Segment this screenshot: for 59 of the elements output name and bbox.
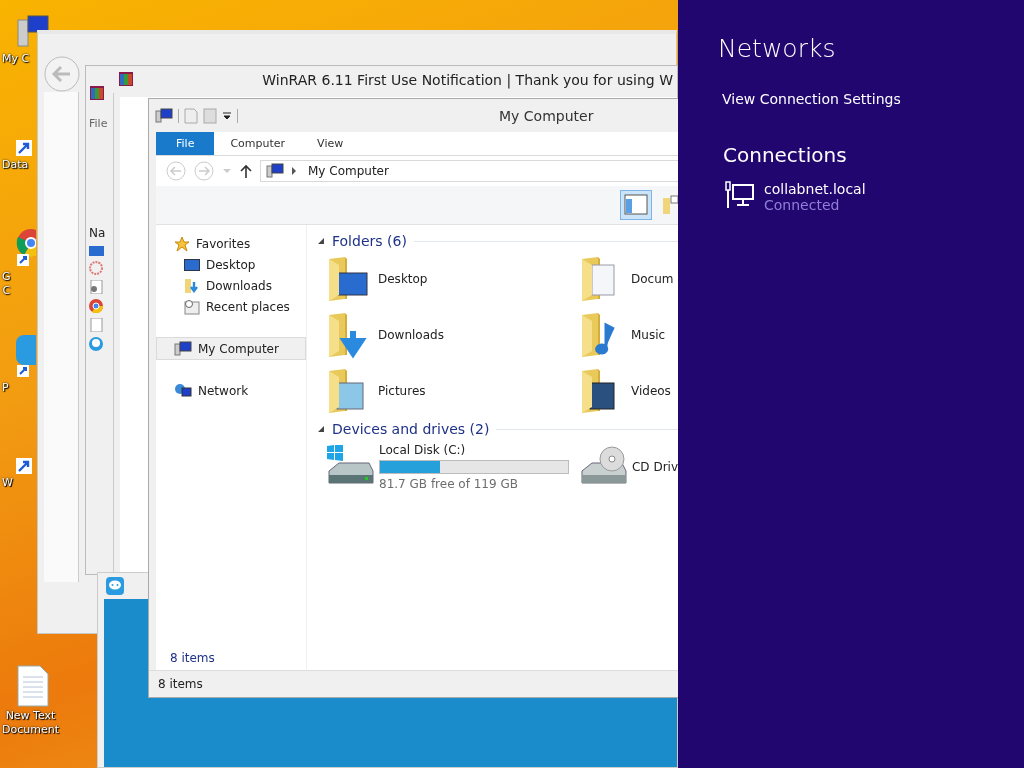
computer-icon: [266, 163, 284, 179]
status-text: 8 items: [158, 677, 203, 691]
shortcut-icon[interactable]: [16, 458, 32, 474]
collapse-icon[interactable]: [317, 425, 325, 433]
item-count: 8 items: [170, 651, 215, 665]
ribbon-tab[interactable]: File: [156, 132, 215, 155]
nav-item[interactable]: Network: [156, 380, 306, 401]
address-text: My Computer: [308, 164, 389, 178]
text-document-icon[interactable]: [16, 665, 50, 707]
section-header: Connections: [723, 143, 847, 167]
recent-places-icon: [184, 298, 200, 315]
chevron-right-icon: [291, 167, 297, 175]
books-icon: [118, 71, 134, 87]
drive-name[interactable]: CD Driv: [631, 460, 678, 474]
folder-check-icon[interactable]: [662, 194, 678, 216]
window-title: My Computer: [499, 107, 594, 124]
desktop-icon: [184, 257, 200, 272]
drive-name[interactable]: Local Disk (C:): [379, 443, 569, 457]
nav-item[interactable]: Desktop: [156, 254, 306, 275]
chrome-icon: [89, 299, 103, 313]
window-title: WinRAR 6.11 First Use Notification | Thank you for using W: [262, 71, 674, 88]
ribbon-tab[interactable]: View: [301, 132, 360, 155]
monitor-icon: [89, 246, 104, 256]
books-icon: [89, 85, 105, 101]
column-header[interactable]: Na: [89, 226, 106, 240]
globe-computer-icon: [174, 382, 192, 399]
nav-item[interactable]: Favorites: [156, 233, 306, 254]
nav-item[interactable]: Downloads: [156, 275, 306, 296]
computer-icon: [174, 340, 192, 357]
folder-name[interactable]: Videos: [631, 384, 671, 398]
folder-name[interactable]: Downloads: [378, 328, 444, 342]
computer-icon[interactable]: [16, 14, 50, 50]
connection-item[interactable]: collabnet.local Connected: [724, 181, 866, 213]
nav-item[interactable]: Recent places: [156, 296, 306, 317]
ribbon-tab[interactable]: Computer: [214, 132, 302, 155]
connection-settings-link[interactable]: View Connection Settings: [722, 91, 901, 107]
up-arrow-icon[interactable]: [240, 164, 252, 178]
group-header[interactable]: Folders (6): [332, 233, 407, 249]
free-space-text: 81.7 GB free of 119 GB: [379, 477, 519, 491]
nav-item[interactable]: My Computer: [156, 337, 306, 360]
folder-download-icon: [184, 277, 200, 294]
folder-name[interactable]: Music: [631, 328, 666, 342]
pane-layout-icon[interactable]: [620, 190, 652, 220]
text-file-icon: [89, 318, 103, 332]
star-icon: [174, 235, 190, 252]
flower-icon: [89, 261, 103, 275]
computer-icon: [155, 107, 173, 124]
dropdown-icon[interactable]: [222, 110, 232, 121]
app-shortcut-icon[interactable]: [16, 335, 36, 379]
folder-name[interactable]: Docum: [631, 272, 674, 286]
shortcut-icon[interactable]: [16, 140, 32, 156]
group-header[interactable]: Devices and drives (2): [332, 421, 490, 437]
menu-item[interactable]: File: [89, 117, 108, 130]
wired-network-icon: [724, 181, 754, 209]
panel-title: Networks: [718, 34, 836, 63]
folder-name[interactable]: Pictures: [378, 384, 426, 398]
address-bar[interactable]: My Computer: [260, 160, 678, 182]
folder-name[interactable]: Desktop: [378, 272, 428, 286]
collapse-icon[interactable]: [317, 237, 325, 245]
